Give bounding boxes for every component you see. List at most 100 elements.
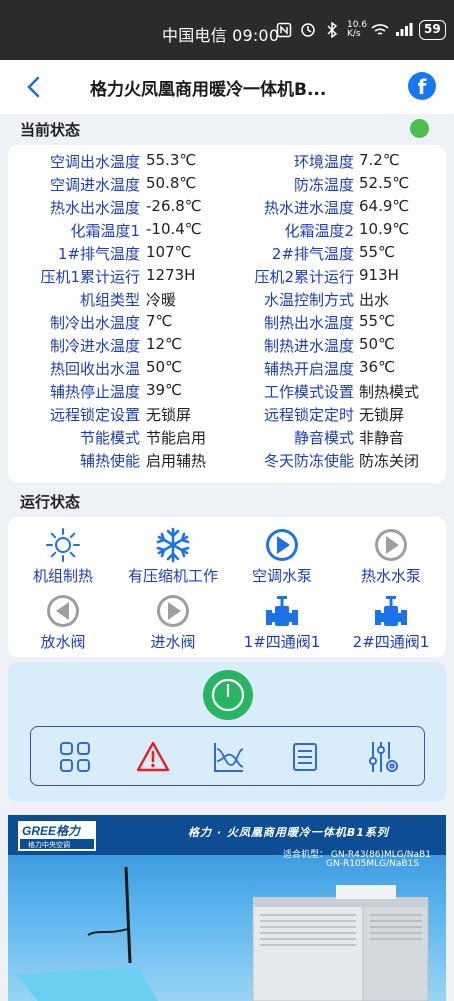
page-title: 格力火凤凰商用暖冷一体机B... [90,80,327,100]
bluetooth-icon [323,21,341,39]
status-label: 制冷出水温度 [49,314,140,332]
status-label: 远程锁定设置 [49,406,140,424]
settings-button[interactable] [365,739,401,775]
list-button[interactable] [287,739,323,775]
status-value: 1273H [146,266,196,284]
facebook-share-button[interactable]: f [408,72,436,100]
status-label: 工作模式设置 [263,383,354,401]
sun-icon [46,528,80,562]
snowflake-icon [156,527,190,563]
run-item-four-way-valve-1: 1#四通阀1 [227,593,337,652]
status-label: 热水出水温度 [49,199,140,217]
status-row: 热水出水温度 -26.8℃ 热水进水温度 64.9℃ [8,197,446,220]
four-way-valve-icon [266,596,298,626]
status-label: 压机2累计运行 [254,268,354,286]
status-value: 7.2℃ [359,151,400,169]
run-item-four-way-valve-2: 2#四通阀1 [336,593,446,652]
pump-inactive-icon [375,529,407,561]
banner-title: 格力 · 火凤凰商用暖冷一体机B1系列 [188,826,389,839]
status-label: 制热出水温度 [263,314,354,332]
warning-icon [136,741,170,772]
status-value: 55℃ [359,312,395,330]
product-image [16,866,429,1001]
grid-icon [60,742,90,772]
status-row: 节能模式 节能启用 静音模式 非静音 [8,427,446,450]
curve-button[interactable] [211,739,247,775]
pump-active-icon [266,529,298,561]
run-status-card: 机组制热 有压缩机工作 空调水泵 热水水泵 放水阀 进水阀 1#四通阀1 2#四… [8,517,446,657]
status-label: 辅热停止温度 [49,383,140,401]
product-banner: GREE格力 格力中央空调 格力 · 火凤凰商用暖冷一体机B1系列 适合机型： … [8,815,446,1001]
run-item-label: 空调水泵 [251,567,312,585]
status-value: 冷暖 [146,291,177,309]
svg-text:格力中央空调: 格力中央空调 [28,840,70,849]
status-value: 52.5℃ [359,174,410,192]
power-button[interactable] [203,670,253,720]
status-value: 无锁屏 [146,406,192,424]
status-value: 制热模式 [359,383,420,401]
nfc-icon [275,21,293,39]
dashboard-button[interactable] [57,739,93,775]
status-row: 机组类型 冷暖 水温控制方式 出水 [8,289,446,312]
status-value: 无锁屏 [359,406,405,424]
valve-left-icon [47,595,79,627]
status-label: 空调出水温度 [49,153,140,171]
back-button[interactable] [22,72,46,102]
status-label: 辅热开启温度 [263,360,354,378]
svg-text:GREE格力: GREE格力 [22,824,82,838]
run-item-heating: 机组制热 [8,527,118,586]
status-row: 制冷出水温度 7℃ 制热出水温度 55℃ [8,312,446,335]
current-status-title: 当前状态 [20,121,81,139]
run-item-label: 热水水泵 [360,567,421,585]
alarm-icon [299,21,317,39]
valve-right-icon [157,595,189,627]
status-label: 压机1累计运行 [40,268,140,286]
status-value: 12℃ [146,335,182,353]
run-item-drain-valve: 放水阀 [8,593,118,652]
status-label: 冬天防冻使能 [263,452,354,470]
status-value: 55.3℃ [146,151,197,169]
run-item-label: 有压缩机工作 [127,567,218,585]
status-value: 50.8℃ [146,174,197,192]
status-value: 防冻关闭 [359,452,420,470]
status-value: 913H [359,266,399,284]
control-panel [8,662,446,802]
power-icon [211,678,245,712]
status-label: 机组类型 [79,291,140,309]
run-item-label: 机组制热 [32,567,93,585]
status-value: 39℃ [146,381,182,399]
app-header: 格力火凤凰商用暖冷一体机B... [0,60,454,114]
status-label: 化霜温度2 [284,222,354,240]
status-row: 热回收出水温 50℃ 辅热开启温度 36℃ [8,358,446,381]
status-value: 出水 [359,291,390,309]
run-status-title: 运行状态 [20,493,81,511]
battery-indicator: 59 [419,20,446,40]
status-label: 节能模式 [79,429,140,447]
status-label: 远程锁定定时 [263,406,354,424]
status-value: -26.8℃ [146,197,202,215]
status-value: 55℃ [359,243,395,261]
wifi-icon [371,21,389,39]
status-label: 热回收出水温 [49,360,140,378]
status-label: 防冻温度 [293,176,354,194]
status-label: 制冷进水温度 [49,337,140,355]
online-status-indicator [410,119,429,138]
status-label: 热水进水温度 [263,199,354,217]
status-value: -10.4℃ [146,220,202,238]
status-row: 空调出水温度 55.3℃ 环境温度 7.2℃ [8,151,446,174]
run-item-label: 2#四通阀1 [352,633,430,651]
status-label: 2#排气温度 [271,245,354,263]
status-value: 7℃ [146,312,173,330]
chevron-left-icon [27,76,40,98]
current-status-card: 空调出水温度 55.3℃ 环境温度 7.2℃ 空调进水温度 50.8℃ 防冻温度 52.5℃ 热… [8,145,446,483]
carrier-time: 中国电信 09:00 [162,26,280,45]
run-item-label: 进水阀 [150,633,196,651]
alarm-button[interactable] [135,739,171,775]
status-row: 压机1累计运行 1273H 压机2累计运行 913H [8,266,446,289]
status-value: 启用辅热 [146,452,207,470]
status-label: 化霜温度1 [70,222,140,240]
status-value: 节能启用 [146,429,207,447]
sliders-settings-icon [369,742,398,772]
status-value: 50℃ [359,335,395,353]
line-chart-icon [214,743,244,772]
